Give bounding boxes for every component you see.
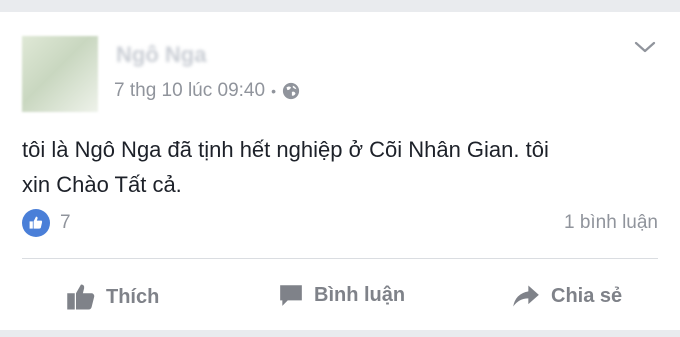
comment-count[interactable]: 1 bình luận (564, 212, 658, 234)
meta-separator: • (271, 83, 276, 99)
post-text-line: tôi là Ngô Nga đã tịnh hết nghiệp ở Cõi … (22, 137, 549, 162)
post-text: tôi là Ngô Nga đã tịnh hết nghiệp ở Cõi … (22, 132, 662, 202)
comment-button-label: Bình luận (314, 283, 406, 306)
share-button[interactable]: Chia sẻ (511, 282, 622, 310)
avatar[interactable] (22, 36, 98, 112)
share-button-label: Chia sẻ (551, 284, 623, 307)
post-timestamp[interactable]: 7 thg 10 lúc 09:40 (114, 80, 265, 102)
thumbs-up-icon (66, 282, 96, 312)
like-button[interactable]: Thích (66, 282, 159, 312)
author-name[interactable]: Ngô Nga (116, 42, 206, 68)
globe-icon (282, 82, 300, 100)
comment-icon (278, 282, 304, 308)
like-reaction-icon[interactable] (22, 209, 50, 237)
share-icon (511, 282, 541, 310)
comment-button[interactable]: Bình luận (278, 282, 405, 308)
post-card: Ngô Nga 7 thg 10 lúc 09:40 • tôi là Ngô … (0, 12, 680, 330)
divider (22, 258, 658, 259)
like-button-label: Thích (106, 285, 160, 308)
post-text-line: xin Chào Tất cả. (22, 172, 182, 197)
post-meta: 7 thg 10 lúc 09:40 • (114, 80, 300, 102)
like-count[interactable]: 7 (60, 212, 71, 234)
chevron-down-icon[interactable] (632, 34, 658, 60)
